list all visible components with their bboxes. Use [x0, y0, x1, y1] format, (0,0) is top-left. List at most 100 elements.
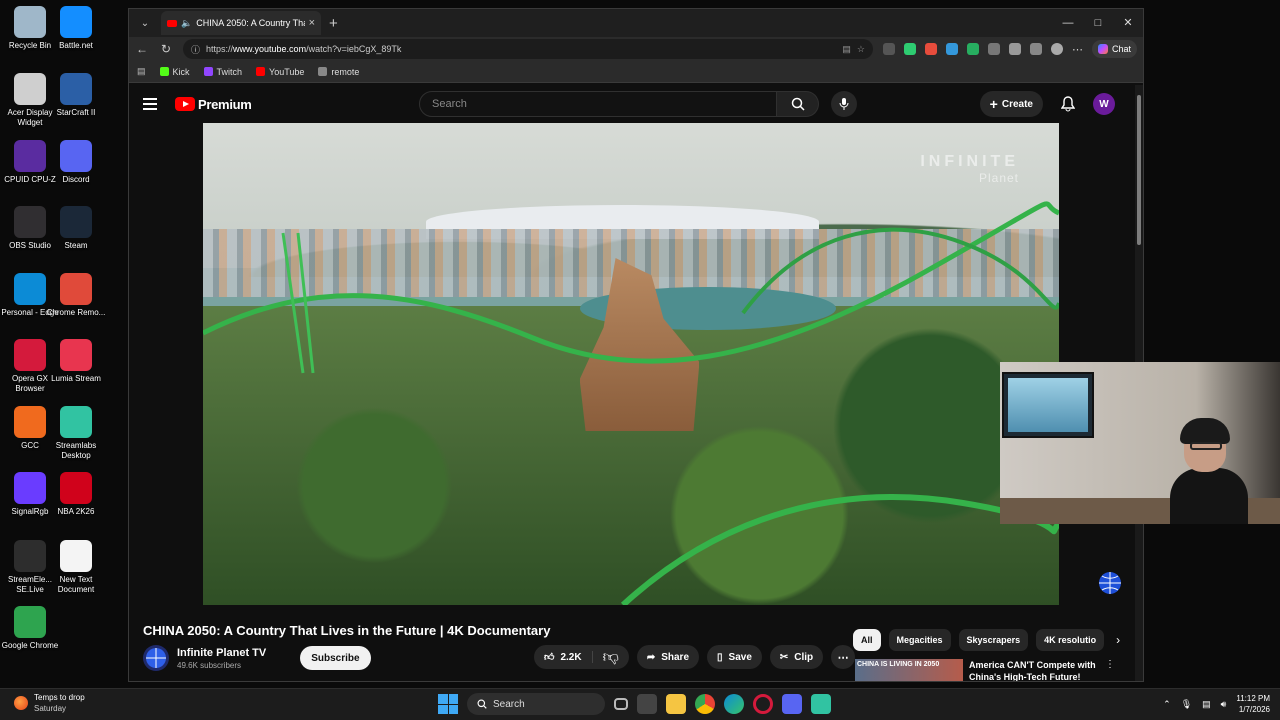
bookmark-remote[interactable]: remote — [318, 67, 359, 77]
youtube-favicon-icon — [167, 19, 177, 27]
scrollbar-thumb[interactable] — [1137, 95, 1141, 245]
minimize-icon[interactable]: — — [1053, 9, 1083, 37]
maximize-icon[interactable]: □ — [1083, 9, 1113, 37]
desktop-icon-nba-2k26[interactable]: NBA 2K26 — [46, 472, 106, 517]
recommended-video[interactable]: CHINA IS LIVING IN 2050 America CAN'T Co… — [855, 659, 1115, 681]
volume-icon[interactable]: 🔊︎ — [1221, 699, 1227, 710]
edge-taskbar-icon[interactable] — [724, 694, 744, 714]
refresh-icon[interactable]: ↻ — [159, 42, 173, 56]
taskbar-search[interactable]: Search — [467, 693, 605, 715]
favorite-star-icon[interactable]: ☆ — [857, 44, 865, 55]
desktop-icon-discord[interactable]: Discord — [46, 140, 106, 185]
reco-thumbnail[interactable]: CHINA IS LIVING IN 2050 — [855, 659, 963, 681]
close-window-icon[interactable]: ✕ — [1113, 9, 1143, 37]
dislike-button[interactable]: 👎︎ — [593, 648, 629, 667]
chip-4k-resolution[interactable]: 4K resolutio — [1036, 629, 1105, 651]
bookmark-twitch[interactable]: Twitch — [203, 67, 242, 77]
discord-taskbar-icon[interactable] — [782, 694, 802, 714]
voice-search-button[interactable] — [831, 91, 857, 117]
streamlabs-icon — [60, 406, 92, 438]
task-view-icon[interactable] — [614, 698, 628, 710]
thumbs-down-icon: 👎︎ — [602, 648, 619, 666]
extensions: ⋯ Chat — [882, 40, 1137, 58]
chip-megacities[interactable]: Megacities — [888, 629, 951, 651]
desktop-icon-streamlabs-desktop[interactable]: Streamlabs Desktop — [46, 406, 106, 461]
lumia-icon — [60, 339, 92, 371]
desktop-icon-google-chrome[interactable]: Google Chrome — [0, 606, 60, 651]
network-icon[interactable]: ▤ — [1202, 699, 1211, 710]
mic-tray-icon[interactable]: 🎙︎ — [1181, 699, 1192, 710]
url-field[interactable]: ⓘ https://www.youtube.com/watch?v=iebCgX… — [183, 39, 873, 59]
notifications-bell-icon[interactable] — [1061, 96, 1075, 112]
speaker-icon[interactable]: 🔈 — [181, 18, 192, 29]
account-avatar[interactable]: W — [1093, 93, 1115, 115]
bookmark-youtube[interactable]: YouTube — [256, 67, 304, 77]
favorites-icon[interactable] — [1029, 43, 1042, 55]
extension-icon-3[interactable] — [924, 43, 937, 55]
youtube-icon — [256, 67, 266, 76]
desktop-icon-steam[interactable]: Steam — [46, 206, 106, 251]
desktop-icon-chrome-remo[interactable]: Chrome Remo... — [46, 273, 106, 318]
like-button[interactable]: 👍︎ 2.2K — [534, 651, 593, 663]
save-button[interactable]: ▯ Save — [707, 645, 762, 669]
extension-icon-1[interactable] — [882, 43, 895, 55]
reader-icon[interactable]: ▤ — [842, 44, 851, 55]
address-bar-row: ← ↻ ⓘ https://www.youtube.com/watch?v=ie… — [129, 37, 1143, 61]
browser-window: ⌄ 🔈 CHINA 2050: A Country That L × + — □… — [128, 8, 1144, 682]
widgets-icon[interactable] — [637, 694, 657, 714]
hamburger-menu-icon[interactable] — [143, 98, 157, 110]
opera-gx-taskbar-icon[interactable] — [753, 694, 773, 714]
cpuz-icon — [14, 140, 46, 172]
start-windows-icon[interactable] — [438, 694, 458, 714]
globe-overlay-icon[interactable] — [1097, 570, 1123, 596]
reco-title[interactable]: America CAN'T Compete with China's High-… — [969, 659, 1099, 681]
profile-avatar-icon[interactable] — [1050, 43, 1063, 55]
extension-icon-2[interactable] — [903, 43, 916, 55]
channel-globe-icon — [146, 648, 166, 668]
bookmark-kick[interactable]: Kick — [159, 67, 190, 77]
extension-icon-6[interactable] — [987, 43, 1000, 55]
site-info-icon[interactable]: ⓘ — [191, 43, 200, 56]
tray-chevron-icon[interactable]: ⌃ — [1163, 699, 1171, 710]
more-actions-icon[interactable]: ⋯ — [831, 645, 856, 669]
kick-icon — [159, 67, 169, 76]
chrome-taskbar-icon[interactable] — [695, 694, 715, 714]
tab-active[interactable]: 🔈 CHINA 2050: A Country That L × — [161, 11, 321, 35]
extension-icon-4[interactable] — [945, 43, 958, 55]
file-explorer-icon[interactable] — [666, 694, 686, 714]
channel-avatar[interactable] — [143, 645, 169, 671]
weather-widget[interactable]: Temps to drop Saturday — [14, 693, 85, 713]
chip-skyscrapers[interactable]: Skyscrapers — [958, 629, 1029, 651]
menu-more-icon[interactable]: ⋯ — [1072, 43, 1083, 56]
desktop-icon-starcraft-ii[interactable]: StarCraft II — [46, 73, 106, 118]
share-button[interactable]: ➦ Share — [636, 645, 700, 669]
desktop-icon-new-text-document[interactable]: New Text Document — [46, 540, 106, 595]
clip-button[interactable]: ✂ Clip — [769, 645, 824, 669]
video-player[interactable]: INFINITE Planet — [203, 123, 1059, 605]
channel-name[interactable]: Infinite Planet TV — [177, 647, 266, 659]
chips-next-arrow-icon[interactable]: › — [1116, 633, 1120, 647]
search-input[interactable]: Search — [419, 91, 777, 117]
copilot-chat-button[interactable]: Chat — [1091, 40, 1137, 58]
clock[interactable]: 11:12 PM 1/7/2026 — [1236, 693, 1270, 715]
desktop-icon-label: New Text Document — [57, 575, 95, 594]
new-tab-icon[interactable]: + — [329, 15, 338, 32]
extension-icon-7[interactable] — [1008, 43, 1021, 55]
search-button[interactable] — [777, 91, 819, 117]
desktop-icon-battle-net[interactable]: Battle.net — [46, 6, 106, 51]
tab-close-icon[interactable]: × — [309, 17, 315, 29]
desktop-icon-lumia-stream[interactable]: Lumia Stream — [46, 339, 106, 384]
bookmark-folder-icon[interactable]: ▤ — [137, 66, 146, 77]
signalrgb-icon — [14, 472, 46, 504]
create-button[interactable]: + Create — [979, 91, 1043, 117]
plus-icon: + — [989, 96, 998, 112]
extension-icon-5[interactable] — [966, 43, 979, 55]
back-icon[interactable]: ← — [135, 42, 149, 56]
reco-more-icon[interactable]: ⋮ — [1105, 659, 1115, 681]
streamlabs-taskbar-icon[interactable] — [811, 694, 831, 714]
opera-gx-icon — [14, 339, 46, 371]
chip-all[interactable]: All — [853, 629, 881, 651]
subscribe-button[interactable]: Subscribe — [300, 646, 371, 670]
youtube-logo[interactable]: Premium — [175, 97, 252, 112]
tab-actions-chevron-icon[interactable]: ⌄ — [133, 12, 157, 34]
